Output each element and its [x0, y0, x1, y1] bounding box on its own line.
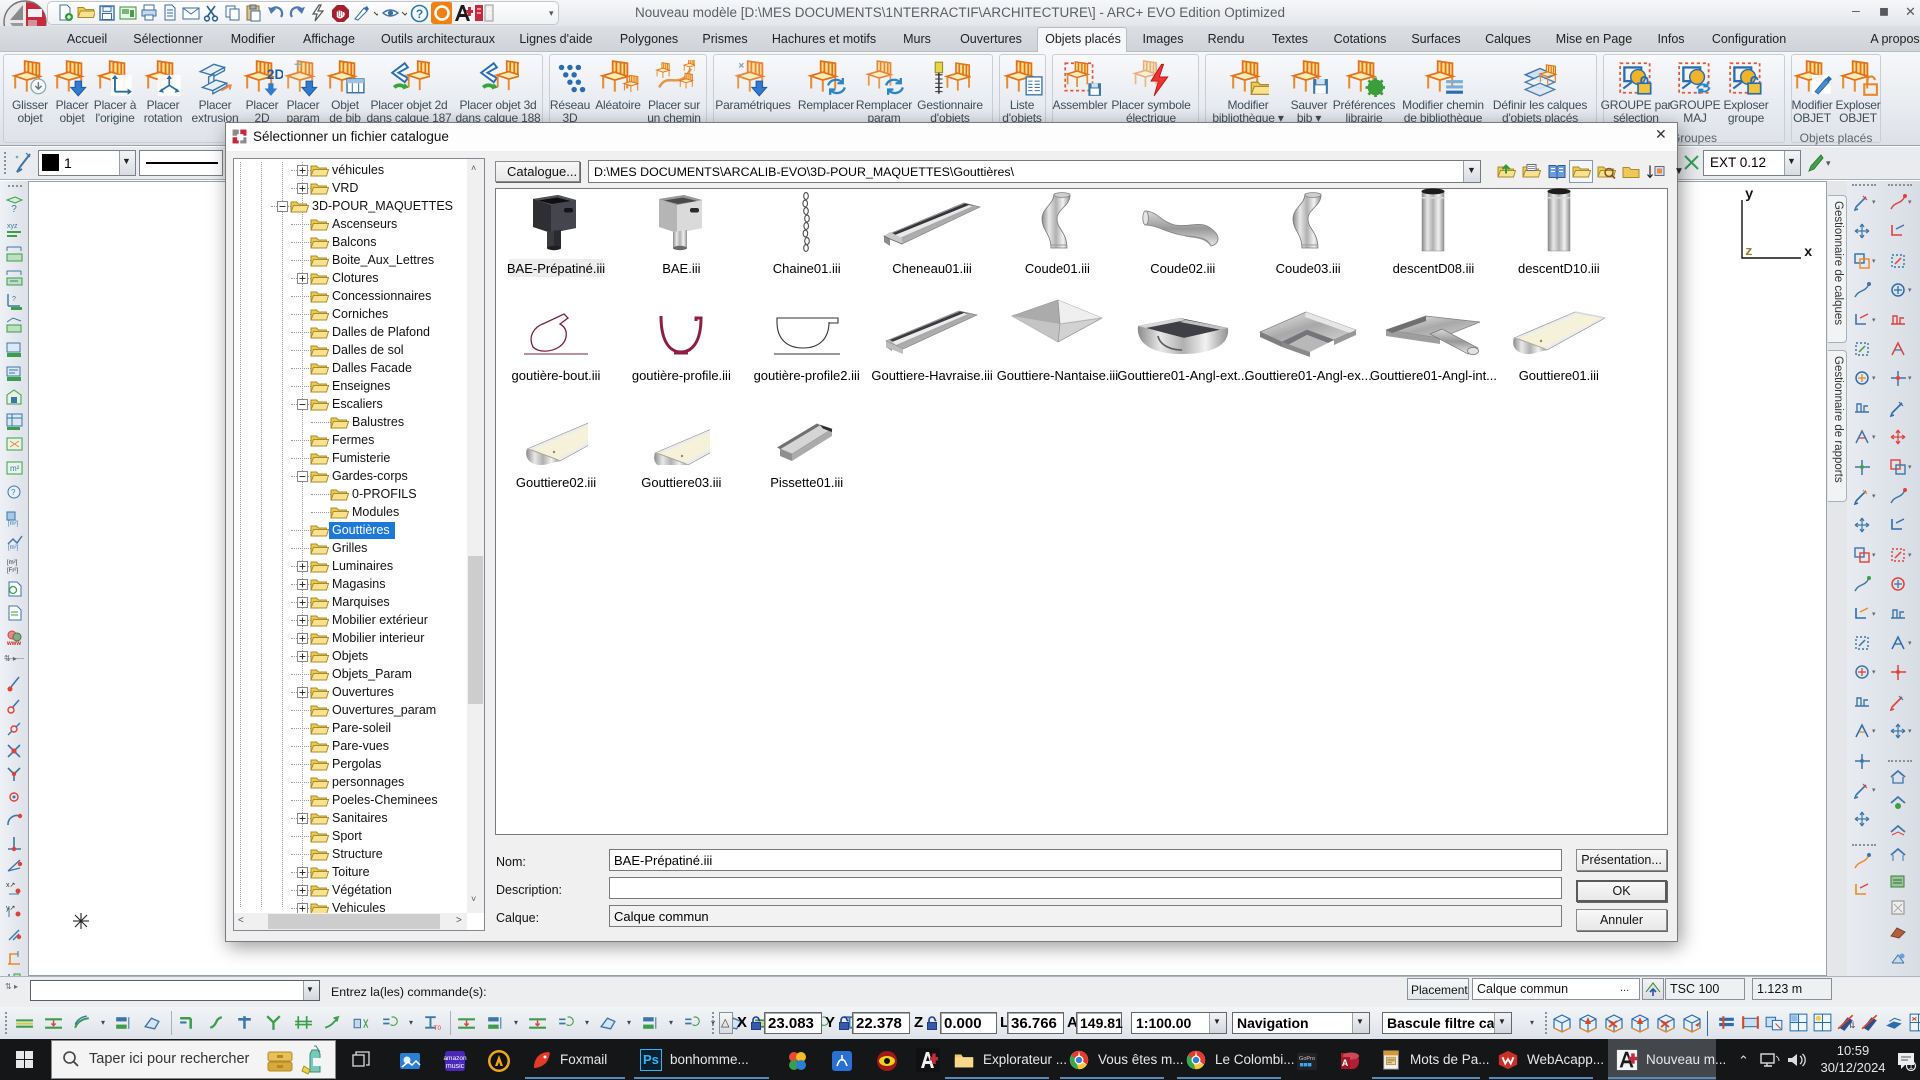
svg-text:www: www [6, 641, 21, 647]
svg-text:z: z [1745, 244, 1753, 259]
svg-text:y↗: y↗ [6, 905, 15, 912]
svg-text:amazon: amazon [443, 1055, 467, 1062]
svg-text:?: ? [11, 204, 17, 215]
svg-text:?: ? [416, 7, 423, 21]
svg-text:m²: m² [10, 464, 20, 473]
svg-text:A: A [1342, 1058, 1349, 1068]
svg-text:?: ? [11, 488, 16, 497]
svg-text:x: x [1804, 245, 1813, 261]
svg-text:[Fr²]: [Fr²] [7, 568, 18, 574]
svg-text:[m²]: [m²] [8, 545, 19, 551]
svg-text:?: ? [12, 296, 16, 303]
svg-text:music: music [446, 1063, 465, 1070]
svg-text:GoPro: GoPro [1299, 1056, 1315, 1062]
svg-text:T0: T0 [434, 1025, 441, 1032]
svg-text:1: 1 [1909, 1062, 1914, 1071]
svg-text:[m²]: [m²] [7, 560, 18, 566]
svg-text:x↗: x↗ [6, 882, 15, 889]
svg-text:y: y [1745, 187, 1754, 203]
svg-text:[m²]: [m²] [8, 521, 19, 527]
svg-text:2D: 2D [267, 67, 283, 82]
svg-text:xyz: xyz [7, 223, 18, 230]
